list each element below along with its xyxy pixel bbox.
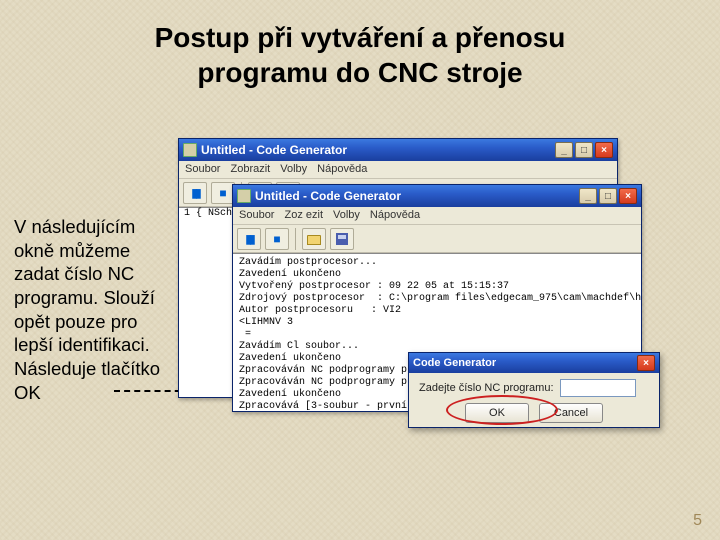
- dialog-label: Zadejte číslo NC programu:: [419, 382, 554, 394]
- floppy-icon: [336, 233, 348, 245]
- minimize-button[interactable]: _: [579, 188, 597, 204]
- close-button[interactable]: ×: [637, 355, 655, 371]
- window-title: Untitled - Code Generator: [255, 189, 401, 203]
- toolbar: ▮▮ ■: [233, 225, 641, 253]
- menu-item[interactable]: Zoz ezit: [284, 209, 323, 222]
- menubar: Soubor Zobrazit Volby Nápověda: [179, 161, 617, 179]
- title-line1: Postup při vytváření a přenosu: [155, 22, 566, 53]
- menu-item[interactable]: Soubor: [185, 163, 220, 176]
- menu-item[interactable]: Volby: [333, 209, 360, 222]
- pause-button[interactable]: ▮▮: [237, 228, 261, 250]
- menu-item[interactable]: Soubor: [239, 209, 274, 222]
- highlight-ellipse: [446, 395, 558, 425]
- minimize-button[interactable]: _: [555, 142, 573, 158]
- titlebar[interactable]: Untitled - Code Generator _ □ ×: [179, 139, 617, 161]
- menu-item[interactable]: Volby: [280, 163, 307, 176]
- menu-item[interactable]: Zobrazit: [230, 163, 270, 176]
- menu-item[interactable]: Nápověda: [370, 209, 420, 222]
- save-button[interactable]: [330, 228, 354, 250]
- app-icon: [183, 143, 197, 157]
- slide-number: 5: [693, 512, 702, 530]
- folder-open-icon: [307, 235, 321, 245]
- menu-item[interactable]: Nápověda: [317, 163, 367, 176]
- titlebar[interactable]: Code Generator ×: [409, 353, 659, 373]
- maximize-button[interactable]: □: [575, 142, 593, 158]
- pause-button[interactable]: ▮▮: [183, 182, 207, 204]
- menubar: Soubor Zoz ezit Volby Nápověda: [233, 207, 641, 225]
- close-button[interactable]: ×: [595, 142, 613, 158]
- close-button[interactable]: ×: [619, 188, 637, 204]
- title-line2: programu do CNC stroje: [197, 57, 522, 88]
- app-icon: [237, 189, 251, 203]
- separator: [295, 228, 296, 250]
- titlebar[interactable]: Untitled - Code Generator _ □ ×: [233, 185, 641, 207]
- nc-program-number-input[interactable]: [560, 379, 636, 397]
- open-button[interactable]: [302, 228, 326, 250]
- window-title: Untitled - Code Generator: [201, 143, 347, 157]
- maximize-button[interactable]: □: [599, 188, 617, 204]
- stop-button[interactable]: ■: [265, 228, 289, 250]
- body-text: V následujícím okně můžeme zadat číslo N…: [14, 215, 174, 404]
- dialog-title: Code Generator: [413, 357, 496, 369]
- slide-title: Postup při vytváření a přenosu programu …: [0, 20, 720, 90]
